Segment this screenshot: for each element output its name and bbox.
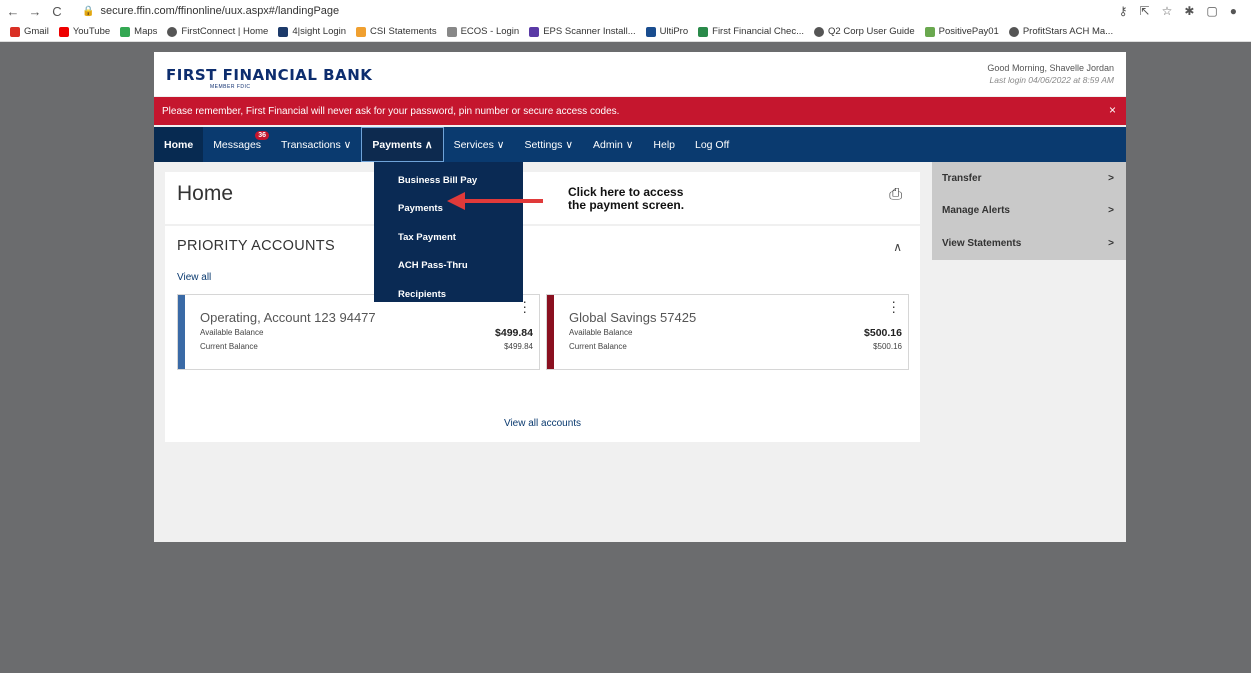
last-login: Last login 04/06/2022 at 8:59 AM — [989, 75, 1114, 85]
close-icon[interactable]: × — [1109, 103, 1116, 117]
collapse-icon[interactable]: ∧ — [893, 240, 902, 254]
account-name: Operating, Account 123 94477 — [200, 310, 376, 325]
annotation-text: Click here to access the payment screen. — [568, 185, 685, 212]
url-field[interactable]: 🔒 secure.ffin.com/ffinonline/uux.aspx#/l… — [74, 2, 1119, 20]
bookmark-ultipro[interactable]: UltiPro — [645, 26, 688, 37]
share-icon[interactable]: ⇱ — [1140, 4, 1150, 18]
current-label: Current Balance — [200, 342, 258, 351]
nav-help[interactable]: Help — [643, 127, 685, 162]
bookmark-gmail[interactable]: Gmail — [10, 26, 49, 37]
bookmark-maps[interactable]: Maps — [120, 26, 157, 37]
annotation-arrow — [447, 192, 543, 210]
brand-bar: FIRST FINANCIAL BANK MEMBER FDIC Good Mo… — [154, 52, 1126, 96]
available-label: Available Balance — [200, 328, 264, 337]
greeting: Good Morning, Shavelle Jordan Last login… — [987, 62, 1114, 86]
alert-text: Please remember, First Financial will ne… — [162, 105, 620, 117]
priority-accounts-title: PRIORITY ACCOUNTS — [177, 238, 335, 254]
main-nav: Home Messages 36 Transactions ∨ Payments… — [154, 127, 1126, 162]
available-amount: $499.84 — [495, 327, 533, 339]
menu-item-tax-payment[interactable]: Tax Payment — [374, 223, 523, 252]
nav-messages-label: Messages — [213, 138, 262, 151]
ffchec-icon — [698, 26, 709, 37]
available-amount: $500.16 — [864, 327, 902, 339]
profile-icon[interactable]: ● — [1230, 4, 1237, 18]
positivepay-icon — [924, 26, 935, 37]
available-label: Available Balance — [569, 328, 633, 337]
globe-icon — [1008, 26, 1019, 37]
account-card[interactable]: · · · Global Savings 57425 Available Balan… — [546, 294, 909, 370]
globe-icon — [167, 26, 178, 37]
bookmark-profitstars[interactable]: ProfitStars ACH Ma... — [1008, 26, 1113, 37]
more-options-icon[interactable]: · · · — [891, 294, 896, 318]
menu-item-recipients[interactable]: Recipients — [374, 280, 523, 309]
greeting-text: Good Morning, Shavelle Jordan — [987, 63, 1114, 73]
forward-icon[interactable]: → — [26, 4, 44, 19]
bookmark-eps[interactable]: EPS Scanner Install... — [529, 26, 636, 37]
bookmarks-bar: Gmail YouTube Maps FirstConnect | Home 4… — [0, 22, 1251, 42]
csi-icon — [356, 26, 367, 37]
chevron-right-icon: > — [1108, 172, 1114, 184]
current-amount: $499.84 — [504, 342, 533, 351]
account-color-bar — [547, 295, 554, 369]
bookmark-4sight[interactable]: 4|sight Login — [278, 26, 346, 37]
nav-logoff[interactable]: Log Off — [685, 127, 739, 162]
sidebar-item-manage-alerts[interactable]: Manage Alerts > — [932, 195, 1126, 228]
key-icon[interactable]: ⚷ — [1119, 4, 1128, 18]
logo-subtitle: MEMBER FDIC — [210, 84, 251, 90]
4sight-icon — [278, 26, 289, 37]
chevron-right-icon: > — [1108, 205, 1114, 217]
current-label: Current Balance — [569, 342, 627, 351]
bank-logo[interactable]: FIRST FINANCIAL BANK — [166, 66, 372, 84]
globe-icon — [814, 26, 825, 37]
bookmark-ffchec[interactable]: First Financial Chec... — [698, 26, 804, 37]
security-alert: Please remember, First Financial will ne… — [154, 97, 1126, 125]
ecos-icon — [446, 26, 457, 37]
eps-icon — [529, 26, 540, 37]
sidebar-item-transfer[interactable]: Transfer > — [932, 162, 1126, 195]
nav-settings[interactable]: Settings ∨ — [514, 127, 583, 162]
view-all-accounts-link[interactable]: View all accounts — [165, 418, 920, 429]
bookmark-ecos[interactable]: ECOS - Login — [446, 26, 519, 37]
star-icon[interactable]: ☆ — [1162, 4, 1173, 18]
nav-home[interactable]: Home — [154, 127, 204, 162]
gmail-icon — [10, 26, 20, 37]
menu-item-ach-pass-thru[interactable]: ACH Pass-Thru — [374, 252, 523, 281]
bookmark-firstconnect[interactable]: FirstConnect | Home — [167, 26, 268, 37]
more-options-icon[interactable]: · · · — [522, 294, 527, 318]
quick-actions-sidebar: Transfer > Manage Alerts > View Statements… — [932, 162, 1126, 260]
view-all-link[interactable]: View all — [177, 272, 211, 283]
bookmark-youtube[interactable]: YouTube — [58, 26, 110, 37]
sidebar-item-view-statements[interactable]: View Statements > — [932, 227, 1126, 260]
page-title: Home — [177, 182, 234, 205]
nav-admin[interactable]: Admin ∨ — [583, 127, 643, 162]
nav-payments[interactable]: Payments ∧ — [361, 127, 444, 162]
youtube-icon — [58, 26, 69, 37]
browser-address-bar: ← → C 🔒 secure.ffin.com/ffinonline/uux.a… — [0, 0, 1251, 22]
nav-transactions[interactable]: Transactions ∨ — [271, 127, 361, 162]
url-text: secure.ffin.com/ffinonline/uux.aspx#/lan… — [100, 5, 340, 17]
bookmark-csi[interactable]: CSI Statements — [356, 26, 437, 37]
bank-app: FIRST FINANCIAL BANK MEMBER FDIC Good Mo… — [154, 52, 1126, 542]
messages-badge: 36 — [255, 131, 270, 140]
print-icon[interactable]: ⎙ — [889, 186, 902, 204]
chevron-right-icon: > — [1108, 237, 1114, 249]
priority-accounts-panel: PRIORITY ACCOUNTS ∧ View all · · · Operati… — [165, 226, 920, 442]
lock-icon: 🔒 — [82, 5, 95, 17]
ultipro-icon — [645, 26, 656, 37]
account-name: Global Savings 57425 — [569, 310, 697, 325]
current-amount: $500.16 — [873, 342, 902, 351]
account-color-bar — [178, 295, 185, 369]
bookmark-q2[interactable]: Q2 Corp User Guide — [814, 26, 915, 37]
nav-messages[interactable]: Messages 36 — [203, 127, 271, 162]
bookmark-positivepay[interactable]: PositivePay01 — [924, 26, 999, 37]
extensions-icon[interactable]: ✱ — [1184, 4, 1194, 18]
nav-services[interactable]: Services ∨ — [444, 127, 515, 162]
back-icon[interactable]: ← — [4, 4, 22, 19]
maps-icon — [120, 26, 131, 37]
reload-icon[interactable]: C — [48, 4, 66, 19]
payments-dropdown: Business Bill Pay Payments Tax Payment A… — [374, 162, 523, 302]
sidepanel-icon[interactable]: ▢ — [1206, 4, 1217, 18]
